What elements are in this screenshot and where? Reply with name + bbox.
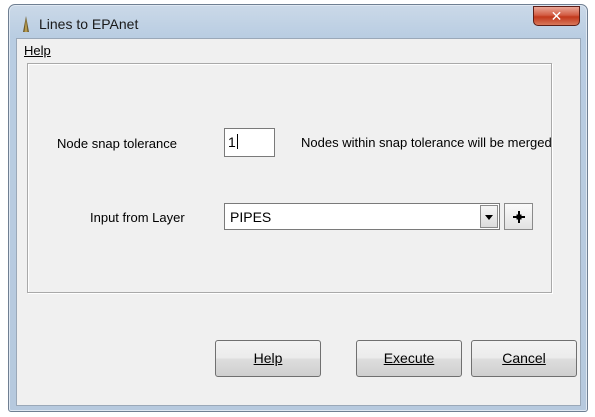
- layer-select[interactable]: PIPES: [224, 203, 500, 230]
- cancel-button[interactable]: Cancel: [471, 340, 577, 377]
- layer-label: Input from Layer: [90, 210, 185, 225]
- layer-select-value: PIPES: [230, 209, 272, 225]
- app-icon: [19, 16, 33, 32]
- tolerance-label: Node snap tolerance: [57, 136, 177, 151]
- help-button[interactable]: Help: [215, 340, 321, 377]
- chevron-down-icon: [485, 215, 493, 220]
- close-button[interactable]: ✕: [533, 6, 580, 26]
- tolerance-input[interactable]: 1: [224, 128, 275, 157]
- tolerance-value: 1: [228, 134, 236, 150]
- menu-bar: Help: [17, 39, 580, 61]
- execute-button-label: Execute: [383, 350, 435, 366]
- plus-icon: [513, 211, 525, 223]
- menu-help-label: Help: [24, 43, 51, 58]
- add-layer-button[interactable]: [504, 203, 533, 230]
- execute-button[interactable]: Execute: [356, 340, 462, 377]
- help-button-label: Help: [253, 350, 283, 366]
- cancel-button-label: Cancel: [502, 350, 546, 366]
- close-icon: ✕: [550, 8, 563, 24]
- tolerance-hint: Nodes within snap tolerance will be merg…: [301, 135, 552, 150]
- window-title: Lines to EPAnet: [39, 16, 139, 32]
- text-caret: [236, 134, 238, 149]
- title-bar[interactable]: Lines to EPAnet ✕: [9, 5, 587, 39]
- options-group: [27, 63, 552, 293]
- dialog-window: Lines to EPAnet ✕ Help Node snap toleran…: [8, 4, 588, 412]
- dropdown-button[interactable]: [480, 205, 498, 228]
- menu-help[interactable]: Help: [21, 41, 54, 60]
